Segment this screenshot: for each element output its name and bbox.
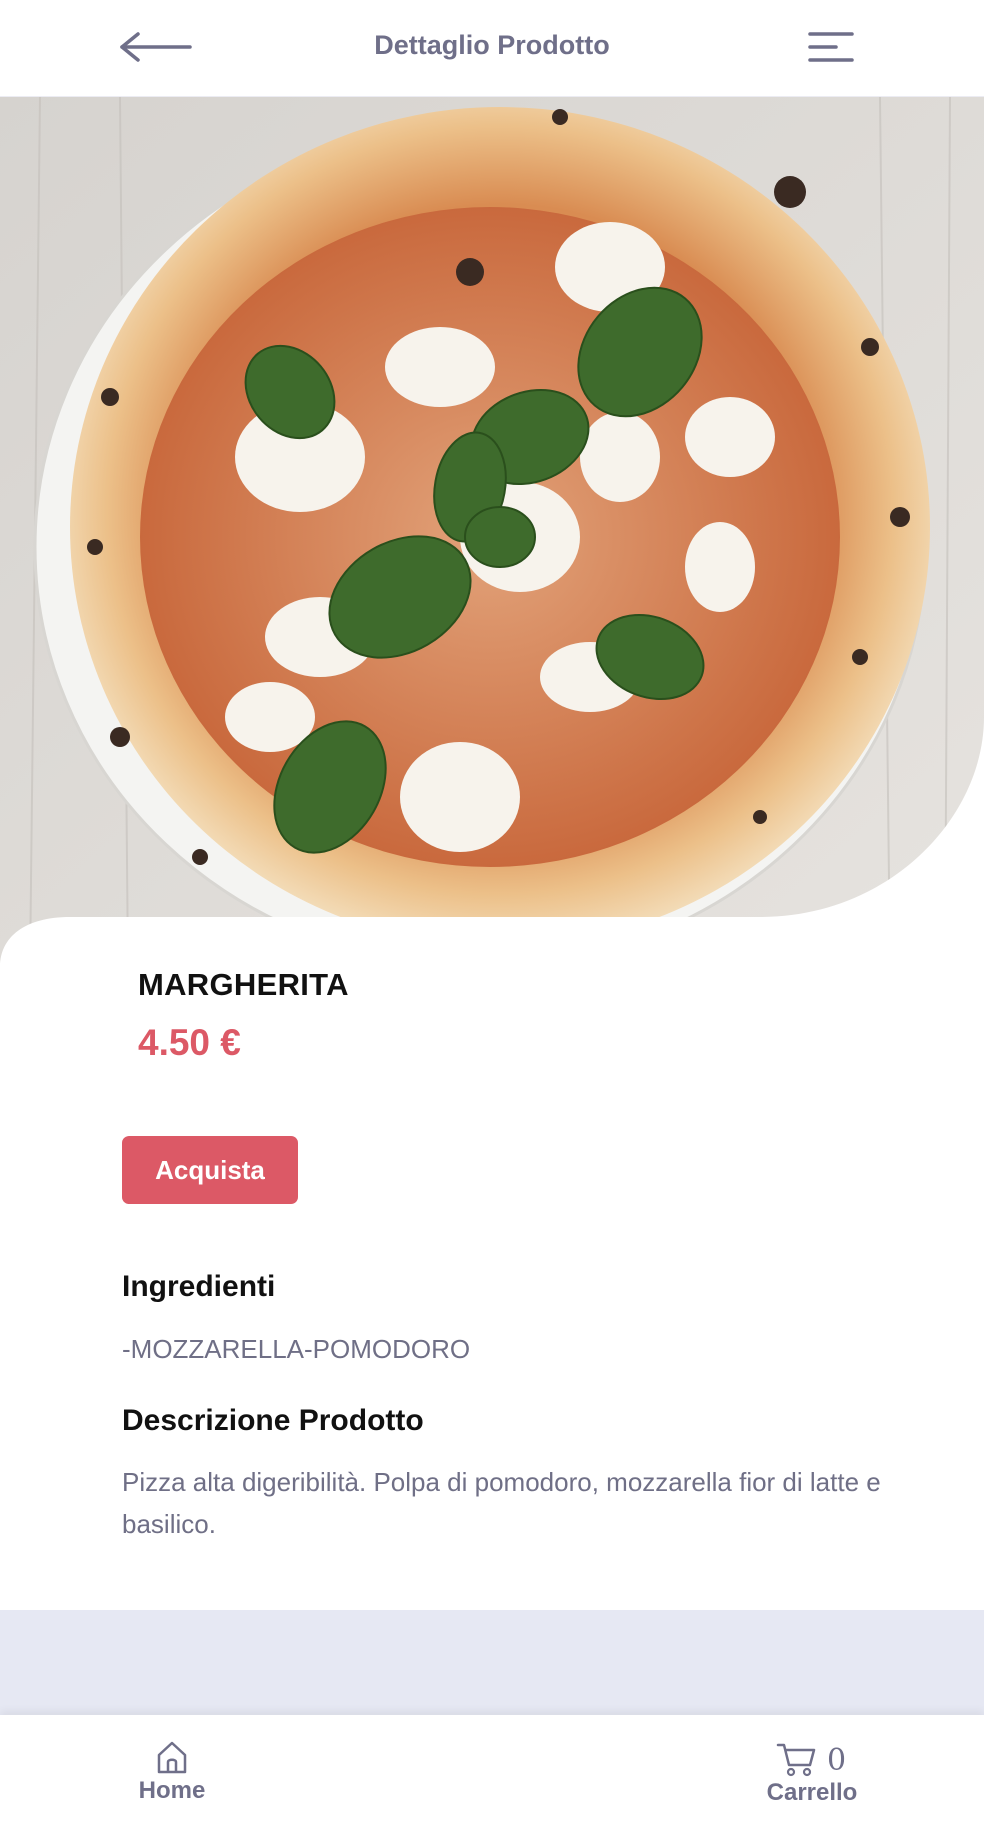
description-text: Pizza alta digeribilità. Polpa di pomodo…: [122, 1467, 881, 1539]
nav-home-label: Home: [138, 1777, 206, 1804]
menu-icon: [808, 32, 854, 62]
cart-icon: [776, 1743, 816, 1777]
content-footer-band: [0, 1610, 984, 1715]
nav-cart[interactable]: 0 Carrello: [760, 1739, 864, 1807]
top-bar: Dettaglio Prodotto: [0, 0, 984, 97]
product-image: [0, 97, 984, 969]
menu-button[interactable]: [806, 28, 856, 68]
product-name: MARGHERITA: [138, 967, 349, 1002]
description-title: Descrizione Prodotto: [122, 1404, 424, 1437]
ingredients-title: Ingredienti: [122, 1270, 276, 1303]
buy-button[interactable]: Acquista: [122, 1136, 298, 1204]
home-icon: [157, 1741, 187, 1774]
bottom-navigation: Home 0 Carrello: [0, 1715, 984, 1828]
nav-home[interactable]: Home: [130, 1739, 214, 1805]
nav-cart-label: Carrello: [766, 1779, 858, 1806]
cart-count-badge: 0: [827, 1743, 847, 1778]
ingredients-text: -MOZZARELLA-POMODORO: [122, 1334, 471, 1364]
product-price: 4.50 €: [138, 1022, 241, 1063]
